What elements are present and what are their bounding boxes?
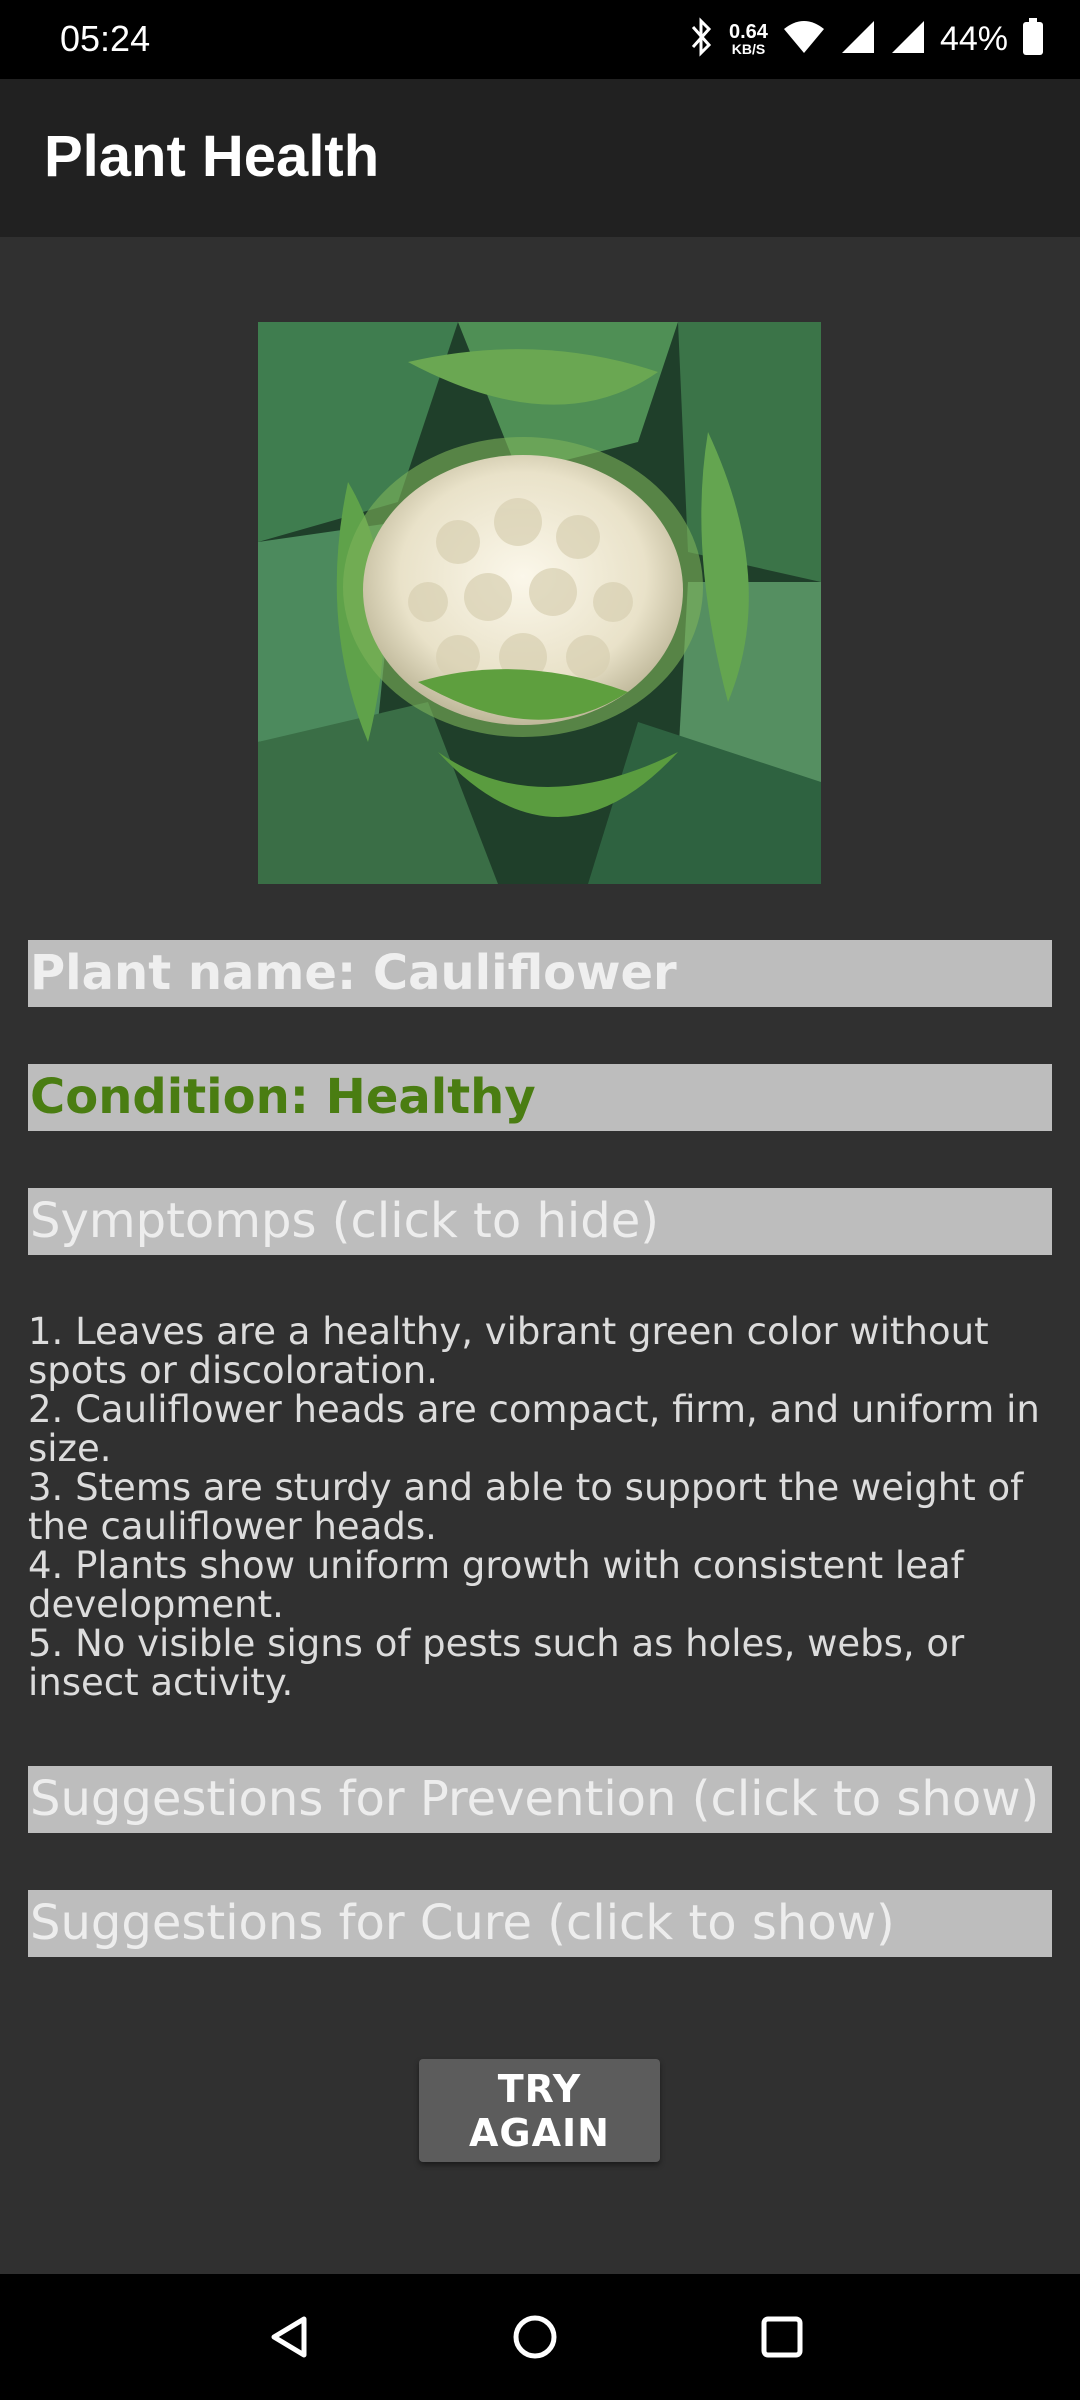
nav-bar [0,2274,1080,2400]
app-bar: Plant Health [0,79,1080,237]
home-icon[interactable] [500,2302,570,2372]
symptom-item: 2. Cauliflower heads are compact, firm, … [28,1388,1040,1470]
symptom-item: 4. Plants show uniform growth with consi… [28,1544,964,1626]
wifi-icon [782,19,826,60]
net-speed-value: 0.64 [729,21,768,43]
status-bar: 05:24 0.64 KB/S 44% [0,0,1080,79]
symptom-item: 1. Leaves are a healthy, vibrant green c… [28,1310,989,1392]
app-title: Plant Health [44,124,380,189]
symptoms-toggle[interactable]: Symptomps (click to hide) [28,1188,1052,1255]
back-icon[interactable] [255,2302,325,2372]
bluetooth-icon [689,16,715,62]
net-speed: 0.64 KB/S [729,22,768,56]
status-icons: 0.64 KB/S 44% [689,14,1044,64]
signal-icon [890,19,926,60]
status-time: 05:24 [60,18,151,59]
try-again-button[interactable]: TRY AGAIN [419,2059,660,2162]
condition-label: Condition: Healthy [28,1064,1052,1131]
net-speed-unit: KB/S [731,41,766,57]
battery-icon [1022,17,1044,61]
cauliflower-photo [258,322,821,884]
symptom-item: 5. No visible signs of pests such as hol… [28,1622,965,1704]
symptoms-list: 1. Leaves are a healthy, vibrant green c… [28,1312,1058,1702]
prevention-toggle[interactable]: Suggestions for Prevention (click to sho… [28,1766,1052,1833]
recents-icon[interactable] [747,2302,817,2372]
symptom-item: 3. Stems are sturdy and able to support … [28,1466,1024,1548]
battery-percent: 44% [939,19,1008,58]
plant-name-label: Plant name: Cauliflower [28,940,1052,1007]
signal-icon [840,19,876,60]
cure-toggle[interactable]: Suggestions for Cure (click to show) [28,1890,1052,1957]
